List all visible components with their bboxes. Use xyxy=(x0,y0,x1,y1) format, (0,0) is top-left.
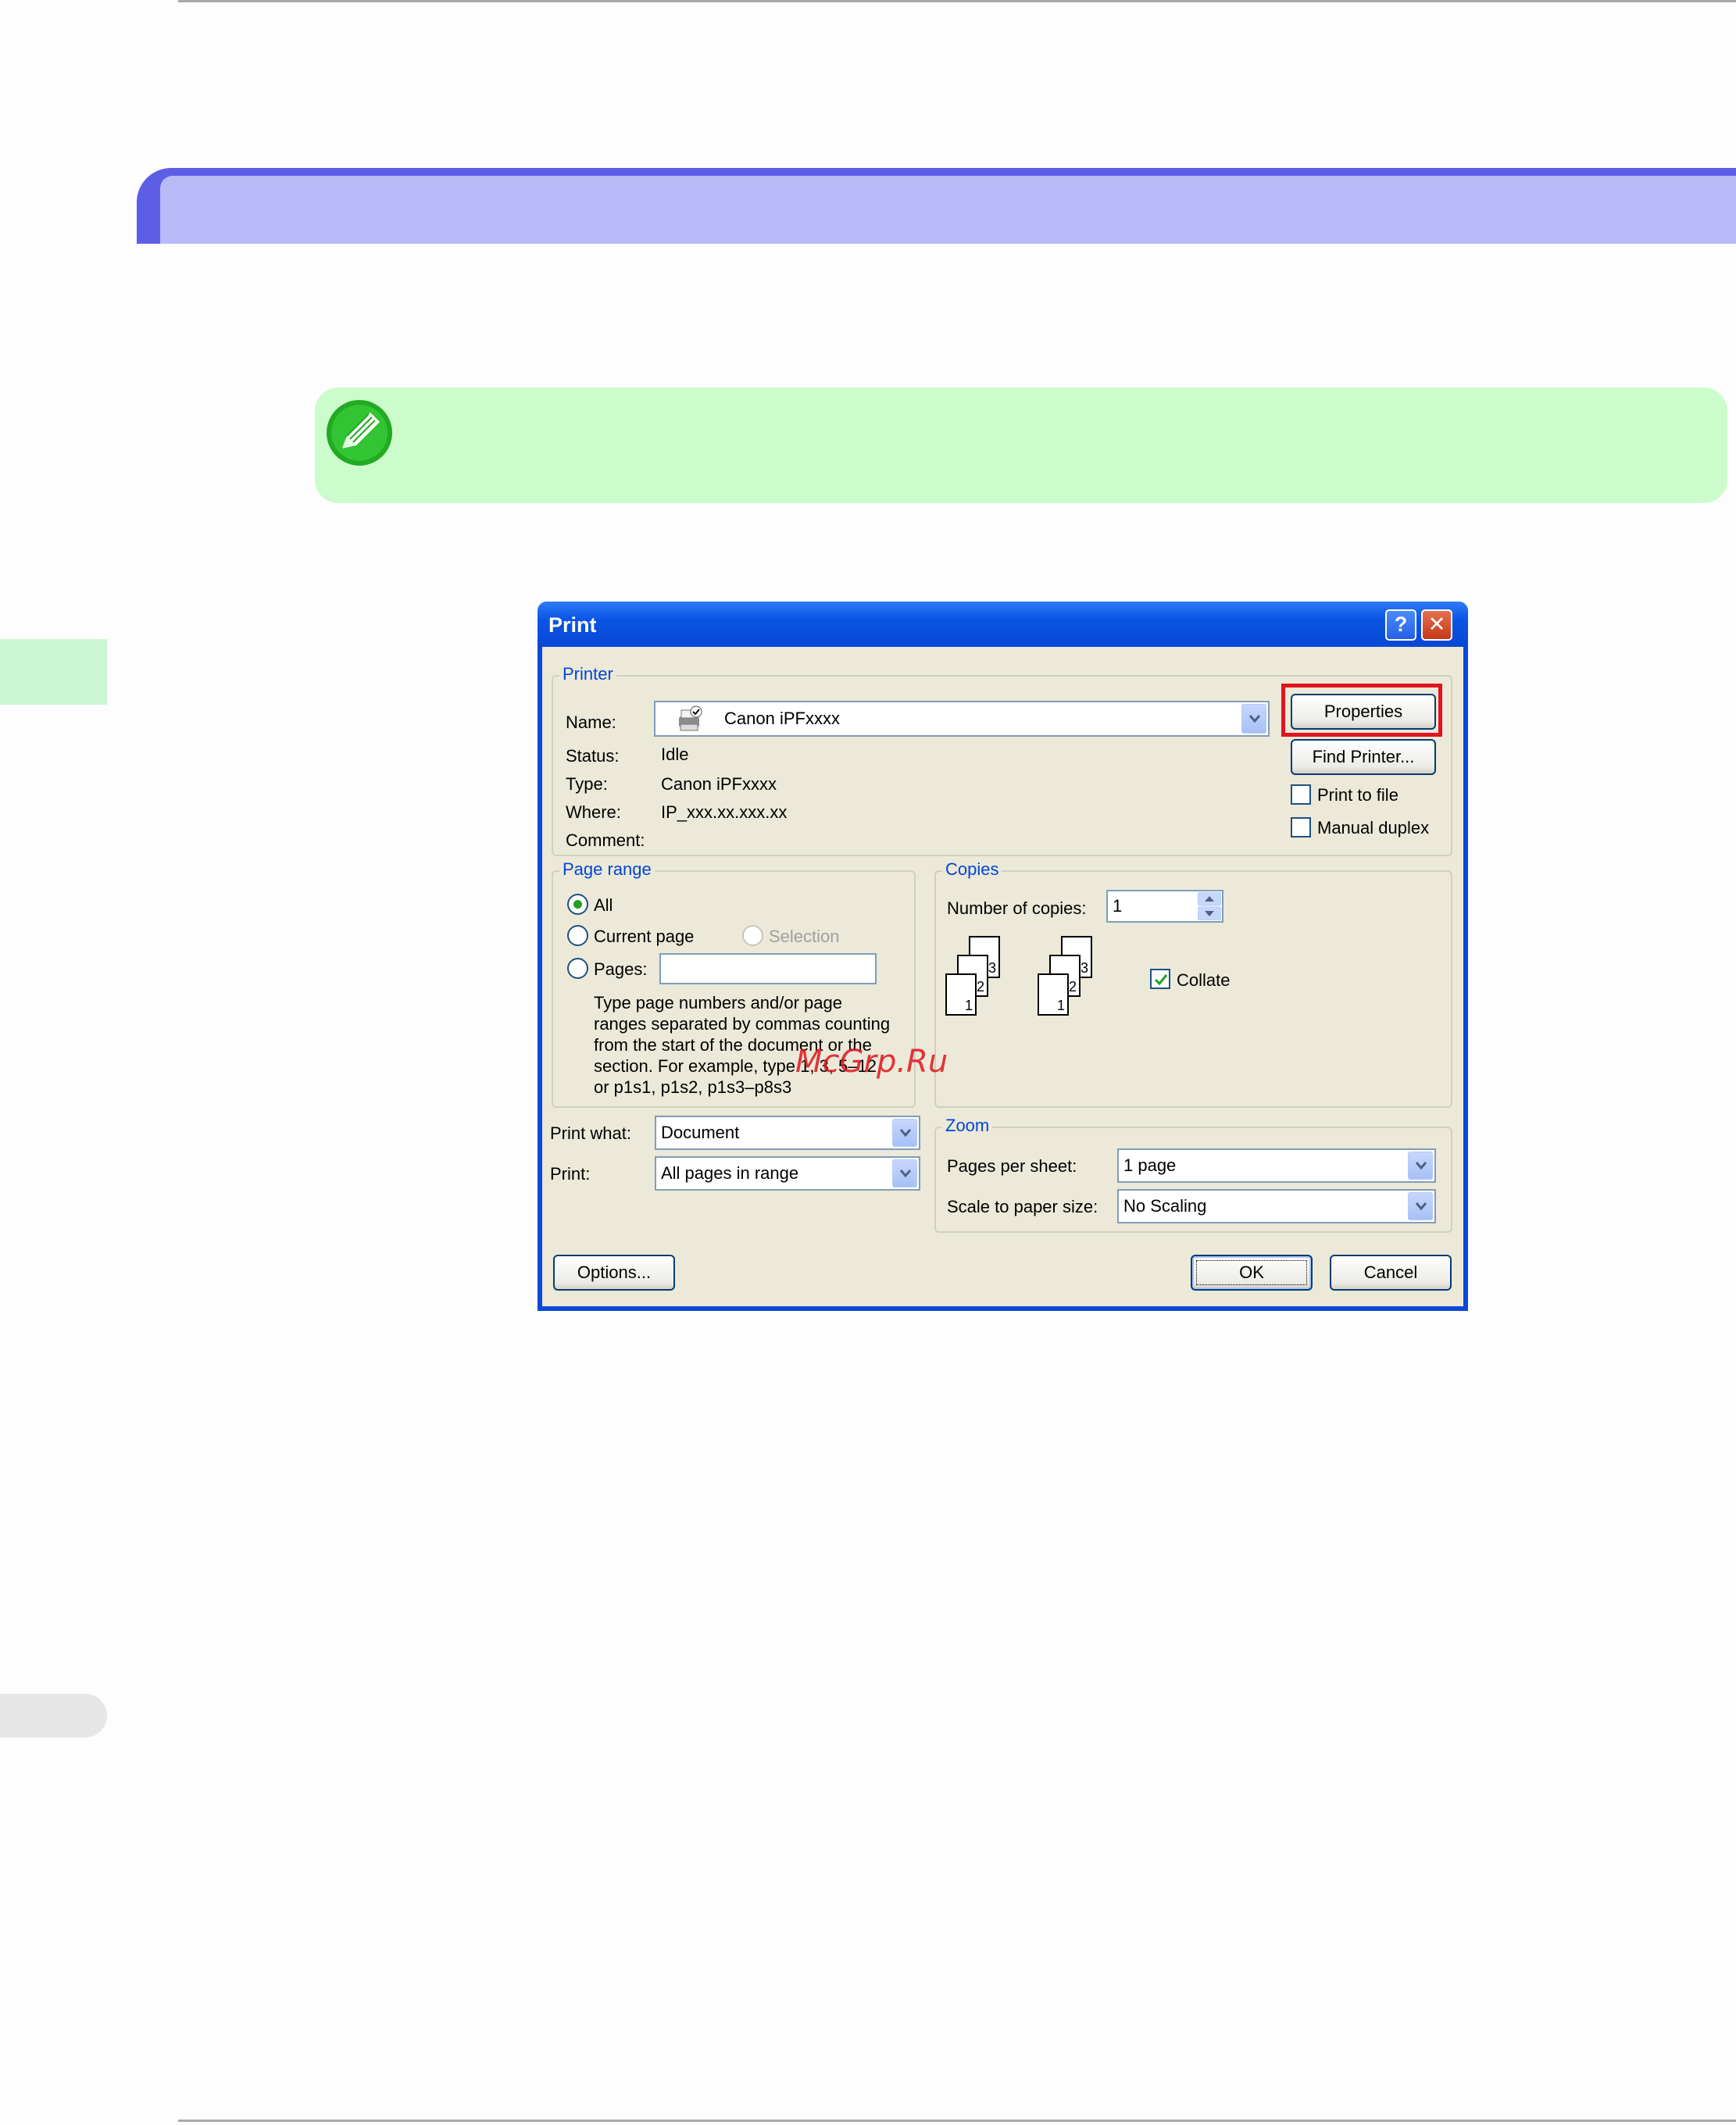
chevron-down-icon xyxy=(1248,715,1261,723)
spinner-icon[interactable] xyxy=(1198,892,1221,920)
find-printer-button-label: Find Printer... xyxy=(1312,747,1415,766)
help-line: or p1s1, p1s2, p1s3–p8s3 xyxy=(594,1077,792,1097)
options-button[interactable]: Options... xyxy=(553,1255,675,1291)
print-to-file-checkbox[interactable] xyxy=(1291,784,1311,805)
chevron-down-icon xyxy=(1415,1162,1427,1170)
pages-input[interactable] xyxy=(659,953,877,984)
chevron-down-icon xyxy=(899,1170,912,1178)
dialog-title: Print xyxy=(548,613,597,637)
selection-radio xyxy=(742,925,763,946)
pencil-note-icon xyxy=(327,400,392,466)
ok-button[interactable]: OK xyxy=(1191,1255,1313,1291)
number-of-copies-input[interactable]: 1 xyxy=(1106,890,1223,923)
help-line: ranges separated by commas counting xyxy=(594,1014,891,1034)
scale-to-paper-size-value: No Scaling xyxy=(1123,1196,1207,1216)
section-header-band-inner xyxy=(160,176,1736,244)
current-page-label[interactable]: Current page xyxy=(594,927,694,947)
comment-label: Comment: xyxy=(566,830,645,850)
chevron-down-icon xyxy=(899,1129,912,1138)
all-pages-label[interactable]: All xyxy=(594,895,613,916)
type-value: Canon iPFxxxx xyxy=(661,774,777,794)
printer-name-value: Canon iPFxxxx xyxy=(724,709,840,728)
page-side-tab xyxy=(0,1694,107,1738)
top-rule xyxy=(178,0,1736,2)
collated-pages-illustration: 3 2 1 xyxy=(1038,936,1108,1030)
print-what-label: Print what: xyxy=(550,1123,631,1143)
manual-duplex-checkbox[interactable] xyxy=(1291,817,1311,838)
collate-checkbox[interactable] xyxy=(1150,969,1170,989)
close-button[interactable]: ✕ xyxy=(1421,609,1452,641)
page-sheet: 1 xyxy=(945,973,977,1016)
printer-group-title: Printer xyxy=(559,664,616,684)
radio-selected-dot xyxy=(573,900,582,909)
scale-to-paper-size-select[interactable]: No Scaling xyxy=(1117,1189,1436,1223)
status-label: Status: xyxy=(566,746,620,766)
page-sheet: 1 xyxy=(1038,973,1069,1016)
current-page-radio[interactable] xyxy=(567,925,588,946)
printer-icon xyxy=(679,705,702,731)
pages-radio[interactable] xyxy=(567,958,588,979)
find-printer-button[interactable]: Find Printer... xyxy=(1291,739,1436,775)
chevron-down-icon xyxy=(1415,1202,1427,1211)
pages-per-sheet-value: 1 page xyxy=(1123,1155,1177,1175)
status-value: Idle xyxy=(661,745,689,764)
dialog-titlebar[interactable]: Print ? ✕ xyxy=(538,602,1468,647)
print-what-dropdown[interactable] xyxy=(892,1119,917,1147)
printer-name-select[interactable]: Canon iPFxxxx xyxy=(654,701,1270,737)
chapter-side-tab xyxy=(0,639,107,705)
ok-button-label: OK xyxy=(1239,1262,1264,1282)
pages-per-sheet-select[interactable]: 1 page xyxy=(1117,1148,1436,1183)
number-of-copies-label: Number of copies: xyxy=(947,898,1087,918)
print-dropdown[interactable] xyxy=(892,1159,917,1188)
where-label: Where: xyxy=(566,802,621,822)
pages-per-sheet-dropdown[interactable] xyxy=(1408,1152,1433,1180)
number-of-copies-value: 1 xyxy=(1113,896,1123,916)
printer-name-dropdown[interactable] xyxy=(1241,704,1266,734)
watermark: McGrp.Ru xyxy=(795,1044,948,1080)
where-value: IP_xxx.xx.xxx.xx xyxy=(661,802,788,822)
print-what-value: Document xyxy=(661,1123,740,1142)
page-range-group-title: Page range xyxy=(559,859,655,880)
copies-group-title: Copies xyxy=(942,859,1002,880)
print-what-select[interactable]: Document xyxy=(655,1116,920,1150)
close-icon: ✕ xyxy=(1427,612,1446,636)
section-header-band xyxy=(137,168,1736,244)
type-label: Type: xyxy=(566,774,608,794)
bottom-rule xyxy=(178,2120,1736,2122)
pages-per-sheet-label: Pages per sheet: xyxy=(947,1156,1077,1176)
print-value: All pages in range xyxy=(661,1163,799,1183)
options-button-label: Options... xyxy=(577,1262,652,1282)
help-line: Type page numbers and/or page xyxy=(594,993,843,1012)
scale-to-paper-size-label: Scale to paper size: xyxy=(947,1197,1098,1216)
print-label: Print: xyxy=(550,1164,591,1184)
pages-label[interactable]: Pages: xyxy=(594,959,648,980)
scale-to-paper-size-dropdown[interactable] xyxy=(1408,1192,1433,1220)
all-pages-radio[interactable] xyxy=(567,894,588,915)
properties-highlight-frame xyxy=(1281,684,1442,737)
cancel-button-label: Cancel xyxy=(1363,1262,1418,1282)
cancel-button[interactable]: Cancel xyxy=(1330,1255,1452,1291)
dialog-client-area: Printer Name: Canon iPFxxxx Status: Idle… xyxy=(542,647,1463,1306)
print-to-file-label[interactable]: Print to file xyxy=(1317,785,1398,805)
zoom-group-title: Zoom xyxy=(942,1116,993,1136)
manual-duplex-label[interactable]: Manual duplex xyxy=(1317,818,1429,838)
print-select[interactable]: All pages in range xyxy=(655,1156,920,1191)
collate-label[interactable]: Collate xyxy=(1177,970,1230,991)
checkmark-icon xyxy=(1154,974,1168,986)
selection-label: Selection xyxy=(769,927,840,946)
uncollated-pages-illustration: 3 2 1 xyxy=(945,936,1016,1030)
note-box xyxy=(315,388,1727,503)
name-label: Name: xyxy=(566,712,616,732)
help-button[interactable]: ? xyxy=(1385,609,1416,641)
help-icon: ? xyxy=(1394,612,1408,636)
